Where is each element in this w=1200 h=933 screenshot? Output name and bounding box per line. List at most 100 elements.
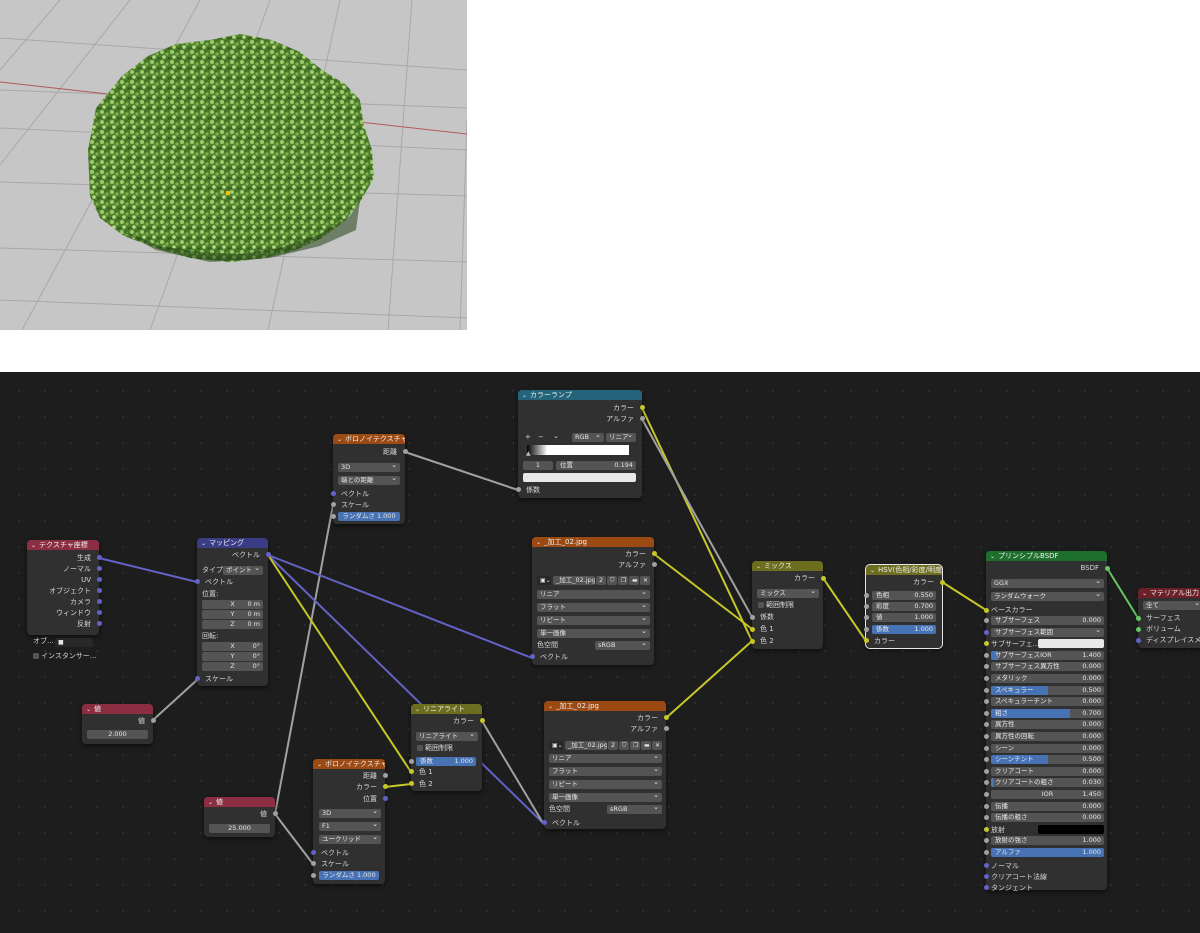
socket[interactable] [331,502,336,507]
socket[interactable] [984,850,989,855]
bsdf-slider[interactable]: サブサーフェス異方性 0.000 [991,662,1104,671]
ramp-menu-chevron-icon[interactable]: ⌄ [553,431,559,441]
instancer-checkbox[interactable] [33,653,39,659]
socket[interactable] [984,885,989,890]
node-header[interactable]: ⌄ ミックス [752,561,823,571]
factor-slider[interactable]: 係数 1.000 [416,757,476,766]
texture-coordinate-node[interactable]: ⌄ テクスチャ座標 生成 ノーマル UV オブジェクト カメラ ウィンドウ 反射 [27,540,102,635]
socket[interactable] [383,796,388,801]
location-z-field[interactable]: Z0 m [202,620,263,629]
node-header[interactable]: ⌄ テクスチャ座標 [27,540,99,550]
value-node-1[interactable]: ⌄ 値 値 2.000 [82,704,156,744]
collapse-chevron-icon[interactable]: ⌄ [1142,589,1147,598]
hue-field[interactable]: 色相 0.550 [872,591,936,600]
socket[interactable] [864,615,869,620]
subsurface-method-dropdown[interactable]: ランダムウォーク [991,592,1104,601]
collapse-chevron-icon[interactable]: ⌄ [201,539,206,548]
image-browse-icon[interactable]: ▣⌄ [537,576,551,585]
metric-dropdown[interactable]: ユークリッド [319,835,381,844]
collapse-chevron-icon[interactable]: ⌄ [756,562,761,571]
socket[interactable] [940,580,945,585]
blend-mode-dropdown[interactable]: リニアライト [416,732,478,741]
voronoi-texture-node-1[interactable]: ⌄ボロノイテクスチャ 距離 3D 端との距離 ベクトル スケール ランダムさ 1… [331,434,408,524]
socket[interactable] [984,804,989,809]
socket[interactable] [984,874,989,879]
socket[interactable] [1105,566,1110,571]
unlink-close-icon[interactable]: ✕ [652,741,662,750]
socket[interactable] [984,711,989,716]
collapse-chevron-icon[interactable]: ⌄ [990,552,995,561]
socket[interactable] [864,604,869,609]
randomness-slider[interactable]: ランダムさ 1.000 [319,871,379,880]
bsdf-slider[interactable]: シーンチント 0.500 [991,755,1104,764]
socket[interactable] [266,552,271,557]
socket[interactable] [195,579,200,584]
principled-bsdf-node[interactable]: ⌄プリンシプルBSDF BSDF GGX ランダムウォーク ベースカラー サブサ… [984,551,1110,892]
collapse-chevron-icon[interactable]: ⌄ [317,760,322,769]
shader-node-editor[interactable]: ⌄ テクスチャ座標 生成 ノーマル UV オブジェクト カメラ ウィンドウ 反射 … [0,372,1200,933]
socket[interactable] [480,718,485,723]
image-name-field[interactable]: _加工_02.jpg [553,576,595,585]
interpolation-dropdown[interactable]: リニア [606,433,636,442]
bsdf-slider[interactable]: サブサーフェスIOR 1.400 [991,651,1104,660]
socket[interactable] [311,850,316,855]
fake-user-shield-icon[interactable]: ⛉ [607,576,617,585]
socket[interactable] [821,576,826,581]
extension-dropdown[interactable]: リピート [537,616,650,625]
node-header[interactable]: ⌄ カラーランプ [518,390,642,400]
bsdf-slider[interactable]: 伝播の粗さ 0.000 [991,813,1104,822]
ramp-stop-handle-icon[interactable]: ▲ [545,448,550,455]
mix-node[interactable]: ⌄ミックス カラー ミックス 範囲制限 係数 色 1 色 2 [750,561,826,649]
socket[interactable] [864,638,869,643]
bsdf-slider[interactable]: IOR 1.450 [991,790,1104,799]
color-space-dropdown[interactable]: sRGB [607,805,662,814]
bsdf-slider[interactable]: 異方性 0.000 [991,720,1104,729]
socket[interactable] [1136,638,1141,643]
socket[interactable] [864,627,869,632]
image-texture-node-2[interactable]: ⌄ _加工_02.jpg カラー アルファ ▣⌄ _加工_02.jpg 2 ⛉ ❐… [542,701,669,829]
collapse-chevron-icon[interactable]: ⌄ [415,705,420,714]
socket[interactable] [542,820,547,825]
ramp-stop-handle-icon[interactable]: ▲ [526,450,531,457]
extension-dropdown[interactable]: リピート [549,780,662,789]
feature-dropdown[interactable]: 端との距離 [338,476,400,485]
clamp-checkbox[interactable] [417,745,423,751]
socket[interactable] [383,784,388,789]
socket[interactable] [984,827,989,832]
socket[interactable] [984,780,989,785]
socket[interactable] [403,449,408,454]
bsdf-slider[interactable]: メタリック 0.000 [991,674,1104,683]
node-header[interactable]: ⌄ HSV(色相/彩度/明度) [866,565,942,575]
mapping-node[interactable]: ⌄マッピング ベクトル タイプ ポイント ベクトル 位置: X0 m Y0 m … [195,538,271,686]
location-y-field[interactable]: Y0 m [202,610,263,619]
socket[interactable] [311,873,316,878]
rotation-y-field[interactable]: Y 0° [202,652,263,661]
interpolation-dropdown[interactable]: リニア [537,590,650,599]
socket[interactable] [984,653,989,658]
new-image-icon[interactable]: ❐ [618,576,628,585]
feature-dropdown[interactable]: F1 [319,822,381,831]
bsdf-slider[interactable]: アルファ 1.000 [991,848,1104,857]
open-folder-icon[interactable]: ▬ [641,741,651,750]
node-header[interactable]: ⌄ ボロノイテクスチャ [333,434,405,444]
socket[interactable] [984,630,989,635]
bsdf-slider[interactable]: サブサーフェス 0.000 [991,616,1104,625]
socket[interactable] [984,641,989,646]
socket[interactable] [97,621,102,626]
location-x-field[interactable]: X0 m [202,600,263,609]
socket[interactable] [640,416,645,421]
socket[interactable] [311,861,316,866]
bsdf-slider[interactable]: スペキュラー 0.500 [991,686,1104,695]
socket[interactable] [984,676,989,681]
rotation-z-field[interactable]: Z 0° [202,662,263,671]
3d-viewport[interactable] [0,0,467,330]
bsdf-slider[interactable]: 伝播 0.000 [991,802,1104,811]
bsdf-slider[interactable]: 粗さ 0.700 [991,709,1104,718]
image-name-field[interactable]: _加工_02.jpg [565,741,607,750]
collapse-chevron-icon[interactable]: ⌄ [337,435,342,444]
value-node-2[interactable]: ⌄ 値 値 25.000 [204,797,278,837]
socket[interactable] [864,593,869,598]
material-output-node[interactable]: ⌄マテリアル出力 全て サーフェス ボリューム ディスプレイスメン [1136,588,1200,648]
projection-dropdown[interactable]: フラット [537,603,650,612]
socket[interactable] [984,699,989,704]
